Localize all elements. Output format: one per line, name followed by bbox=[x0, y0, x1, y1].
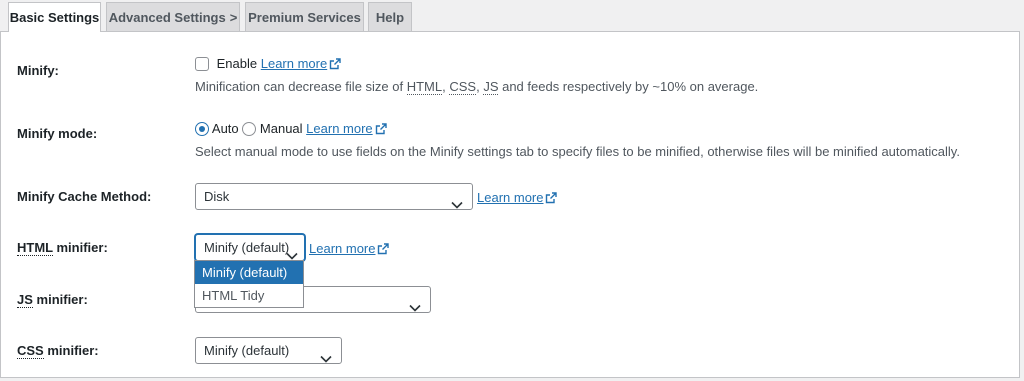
chevron-down-icon bbox=[451, 192, 463, 217]
tab-premium-services[interactable]: Premium Services bbox=[245, 2, 364, 31]
minify-description: Minification can decrease file size of H… bbox=[195, 79, 759, 95]
external-link-icon bbox=[545, 191, 558, 209]
minify-mode-row: Auto Manual Learn more bbox=[195, 121, 387, 138]
tab-help[interactable]: Help bbox=[368, 2, 412, 31]
minify-mode-learn-more-link[interactable]: Learn more bbox=[306, 121, 372, 136]
external-link-icon bbox=[329, 58, 341, 73]
minify-learn-more-link[interactable]: Learn more bbox=[261, 56, 327, 71]
html-abbr: HTML bbox=[406, 79, 443, 95]
minify-enable-label[interactable]: Enable bbox=[217, 56, 257, 71]
tab-basic-settings[interactable]: Basic Settings bbox=[8, 2, 101, 32]
js-abbr: JS bbox=[483, 79, 499, 95]
tab-label: Premium Services bbox=[248, 10, 361, 25]
settings-panel: Minify: Enable Learn more Minification c… bbox=[0, 31, 1020, 378]
tab-label: Help bbox=[375, 10, 405, 25]
js-minifier-label: JS minifier: bbox=[17, 292, 88, 308]
chevron-down-icon bbox=[409, 295, 421, 320]
select-value: Disk bbox=[204, 189, 230, 204]
minify-mode-manual-label[interactable]: Manual bbox=[260, 121, 303, 136]
dropdown-option[interactable]: Minify (default) bbox=[195, 261, 303, 284]
html-minifier-learn-more-link[interactable]: Learn more bbox=[309, 241, 375, 256]
cache-method-learn-more: Learn more bbox=[477, 189, 558, 209]
tab-label: Basic Settings bbox=[9, 10, 100, 25]
cache-method-select[interactable]: Disk bbox=[195, 183, 473, 210]
html-minifier-label: HTML minifier: bbox=[17, 240, 108, 256]
settings-tabs: Basic Settings Advanced Settings > Premiu… bbox=[0, 0, 1024, 32]
external-link-icon bbox=[377, 242, 390, 260]
css-minifier-select[interactable]: Minify (default) bbox=[195, 337, 342, 364]
html-minifier-dropdown: Minify (default) HTML Tidy bbox=[194, 260, 304, 308]
minify-mode-auto-label[interactable]: Auto bbox=[212, 121, 239, 136]
minify-label: Minify: bbox=[17, 63, 59, 78]
minify-mode-auto-radio[interactable] bbox=[195, 122, 209, 136]
tab-advanced-settings[interactable]: Advanced Settings > bbox=[106, 2, 240, 31]
minify-mode-description: Select manual mode to use fields on the … bbox=[195, 144, 960, 159]
cache-method-label: Minify Cache Method: bbox=[17, 189, 152, 204]
minify-enable-checkbox[interactable] bbox=[195, 57, 209, 71]
tab-label: Advanced Settings bbox=[108, 10, 226, 25]
select-value: Minify (default) bbox=[204, 240, 290, 255]
css-minifier-label: CSS minifier: bbox=[17, 343, 99, 359]
minify-enable-row: Enable Learn more bbox=[195, 56, 341, 73]
html-minifier-learn-more: Learn more bbox=[309, 240, 390, 260]
html-minifier-select[interactable]: Minify (default) bbox=[195, 234, 305, 261]
cache-method-learn-more-link[interactable]: Learn more bbox=[477, 190, 543, 205]
minify-mode-manual-radio[interactable] bbox=[242, 122, 257, 136]
chevron-right-icon: > bbox=[229, 10, 238, 25]
external-link-icon bbox=[375, 123, 387, 138]
minify-mode-label: Minify mode: bbox=[17, 126, 98, 141]
dropdown-option[interactable]: HTML Tidy bbox=[195, 284, 303, 307]
select-value: Minify (default) bbox=[204, 343, 290, 358]
chevron-down-icon bbox=[320, 346, 332, 371]
css-abbr: CSS bbox=[449, 79, 477, 95]
